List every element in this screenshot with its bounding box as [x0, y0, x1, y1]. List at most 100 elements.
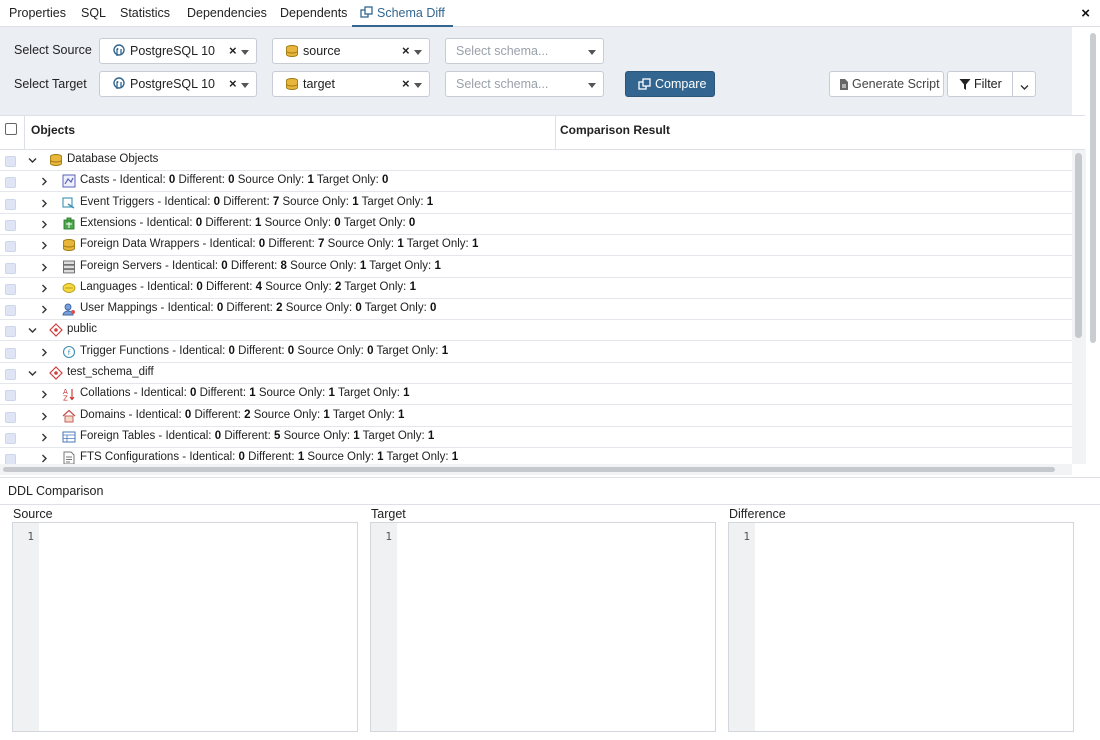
chevron-down-icon[interactable]	[28, 369, 37, 381]
row-checkbox[interactable]	[5, 262, 16, 274]
row-checkbox[interactable]	[5, 454, 16, 464]
row-checkbox[interactable]	[5, 347, 16, 359]
stat-label: Source Only:	[285, 302, 353, 315]
tab-statistics[interactable]: Statistics	[120, 0, 170, 27]
object-type-name: Foreign Servers	[80, 259, 162, 272]
stat-value: 1	[352, 195, 359, 208]
close-icon[interactable]: ×	[1081, 5, 1090, 22]
chevron-right-icon[interactable]	[40, 241, 49, 253]
table-row[interactable]: Extensions - Identical: 0 Different: 1 S…	[0, 214, 1072, 235]
chevron-down-icon[interactable]	[414, 83, 422, 88]
chevron-right-icon[interactable]	[40, 348, 49, 360]
clear-source-server-icon[interactable]: ×	[229, 43, 237, 58]
chevron-right-icon[interactable]	[40, 305, 49, 317]
row-checkbox[interactable]	[5, 177, 16, 189]
language-icon	[62, 281, 76, 298]
results-horizontal-scrollbar[interactable]	[0, 464, 1072, 475]
stat-value: 1	[451, 451, 459, 464]
table-row[interactable]: FTS Configurations - Identical: 0 Differ…	[0, 448, 1072, 464]
table-row[interactable]: f Trigger Functions - Identical: 0 Differ…	[0, 342, 1072, 363]
chevron-down-icon[interactable]	[241, 83, 249, 88]
row-checkbox[interactable]	[5, 432, 16, 444]
target-schema-select[interactable]: Select schema...	[445, 71, 604, 97]
ddl-target-editor[interactable]: 1	[370, 522, 716, 732]
tab-properties[interactable]: Properties	[9, 0, 66, 27]
clear-target-server-icon[interactable]: ×	[229, 76, 237, 91]
row-checkbox[interactable]	[5, 326, 16, 338]
filter-dropdown-button[interactable]	[1012, 71, 1036, 97]
tab-dependents[interactable]: Dependents	[280, 0, 347, 27]
tab-dependencies[interactable]: Dependencies	[187, 0, 267, 27]
chevron-right-icon[interactable]	[40, 177, 49, 189]
target-database-select[interactable]: target ×	[272, 71, 430, 97]
chevron-right-icon[interactable]	[40, 199, 49, 211]
column-header-objects[interactable]: Objects	[31, 116, 75, 150]
compare-button[interactable]: Compare	[625, 71, 715, 97]
ddl-source-editor[interactable]: 1	[12, 522, 358, 732]
table-row[interactable]: Foreign Tables - Identical: 0 Different:…	[0, 427, 1072, 448]
schema-diff-icon	[360, 2, 373, 29]
chevron-down-icon[interactable]	[241, 50, 249, 55]
target-server-select[interactable]: PostgreSQL 10 ×	[99, 71, 257, 97]
stat-value: 0	[228, 344, 235, 357]
tab-sql[interactable]: SQL	[81, 0, 106, 27]
select-all-checkbox[interactable]	[5, 123, 17, 135]
line-number: 1	[743, 530, 750, 543]
chevron-right-icon[interactable]	[40, 263, 49, 275]
row-checkbox[interactable]	[5, 411, 16, 423]
source-database-select[interactable]: source ×	[272, 38, 430, 64]
ddl-difference-editor[interactable]: 1	[728, 522, 1074, 732]
stat-value: 1	[353, 429, 360, 442]
chevron-down-icon[interactable]	[414, 50, 422, 55]
table-row[interactable]: User Mappings - Identical: 0 Different: …	[0, 299, 1072, 321]
scrollbar-thumb[interactable]	[1090, 33, 1096, 343]
chevron-right-icon[interactable]	[40, 412, 49, 424]
row-summary: Casts - Identical: 0 Different: 0 Source…	[80, 174, 389, 187]
table-row[interactable]: Foreign Servers - Identical: 0 Different…	[0, 257, 1072, 278]
table-row[interactable]: Event Triggers - Identical: 0 Different:…	[0, 193, 1072, 214]
clear-source-database-icon[interactable]: ×	[402, 43, 410, 58]
chevron-right-icon[interactable]	[40, 454, 49, 464]
table-row[interactable]: Casts - Identical: 0 Different: 0 Source…	[0, 171, 1072, 193]
row-checkbox[interactable]	[5, 283, 16, 295]
clear-target-database-icon[interactable]: ×	[402, 76, 410, 91]
source-server-select[interactable]: PostgreSQL 10 ×	[99, 38, 257, 64]
panel-vertical-scrollbar[interactable]	[1087, 27, 1100, 477]
stat-label: Different:	[199, 387, 247, 400]
tree-group-row[interactable]: Database Objects	[0, 150, 1072, 171]
column-header-comparison-result[interactable]: Comparison Result	[560, 116, 670, 150]
source-schema-select[interactable]: Select schema...	[445, 38, 604, 64]
row-checkbox[interactable]	[5, 241, 16, 253]
table-row[interactable]: Languages - Identical: 0 Different: 4 So…	[0, 278, 1072, 299]
group-label: Database Objects	[67, 153, 158, 165]
table-row[interactable]: Foreign Data Wrappers - Identical: 0 Dif…	[0, 235, 1072, 257]
scrollbar-thumb[interactable]	[3, 467, 1055, 472]
generate-script-button[interactable]: Generate Script	[829, 71, 944, 97]
compare-button-label: Compare	[655, 77, 707, 91]
chevron-down-icon[interactable]	[28, 326, 37, 338]
chevron-down-icon[interactable]	[588, 50, 596, 55]
chevron-right-icon[interactable]	[40, 284, 49, 296]
row-checkbox[interactable]	[5, 390, 16, 402]
results-vertical-scrollbar[interactable]	[1072, 150, 1086, 464]
domain-icon	[62, 409, 76, 426]
chevron-down-icon[interactable]	[588, 83, 596, 88]
chevron-down-icon[interactable]	[28, 156, 37, 168]
chevron-right-icon[interactable]	[40, 220, 49, 232]
row-checkbox[interactable]	[5, 198, 16, 210]
chevron-right-icon[interactable]	[40, 433, 49, 445]
table-row[interactable]: A Z Collations - Identical: 0 Different: 1…	[0, 384, 1072, 406]
tree-group-row[interactable]: test_schema_diff	[0, 363, 1072, 384]
row-checkbox[interactable]	[5, 219, 16, 231]
tab-schema-diff[interactable]: Schema Diff	[352, 0, 453, 27]
stat-value: 2	[334, 280, 342, 293]
row-checkbox[interactable]	[5, 369, 16, 380]
tree-group-row[interactable]: public	[0, 320, 1072, 342]
row-checkbox[interactable]	[5, 156, 16, 167]
row-checkbox[interactable]	[5, 305, 16, 317]
scrollbar-thumb[interactable]	[1075, 153, 1082, 338]
stat-label: Target Only:	[386, 451, 449, 464]
filter-button[interactable]: Filter	[947, 71, 1013, 97]
chevron-right-icon[interactable]	[40, 390, 49, 402]
table-row[interactable]: Domains - Identical: 0 Different: 2 Sour…	[0, 406, 1072, 427]
